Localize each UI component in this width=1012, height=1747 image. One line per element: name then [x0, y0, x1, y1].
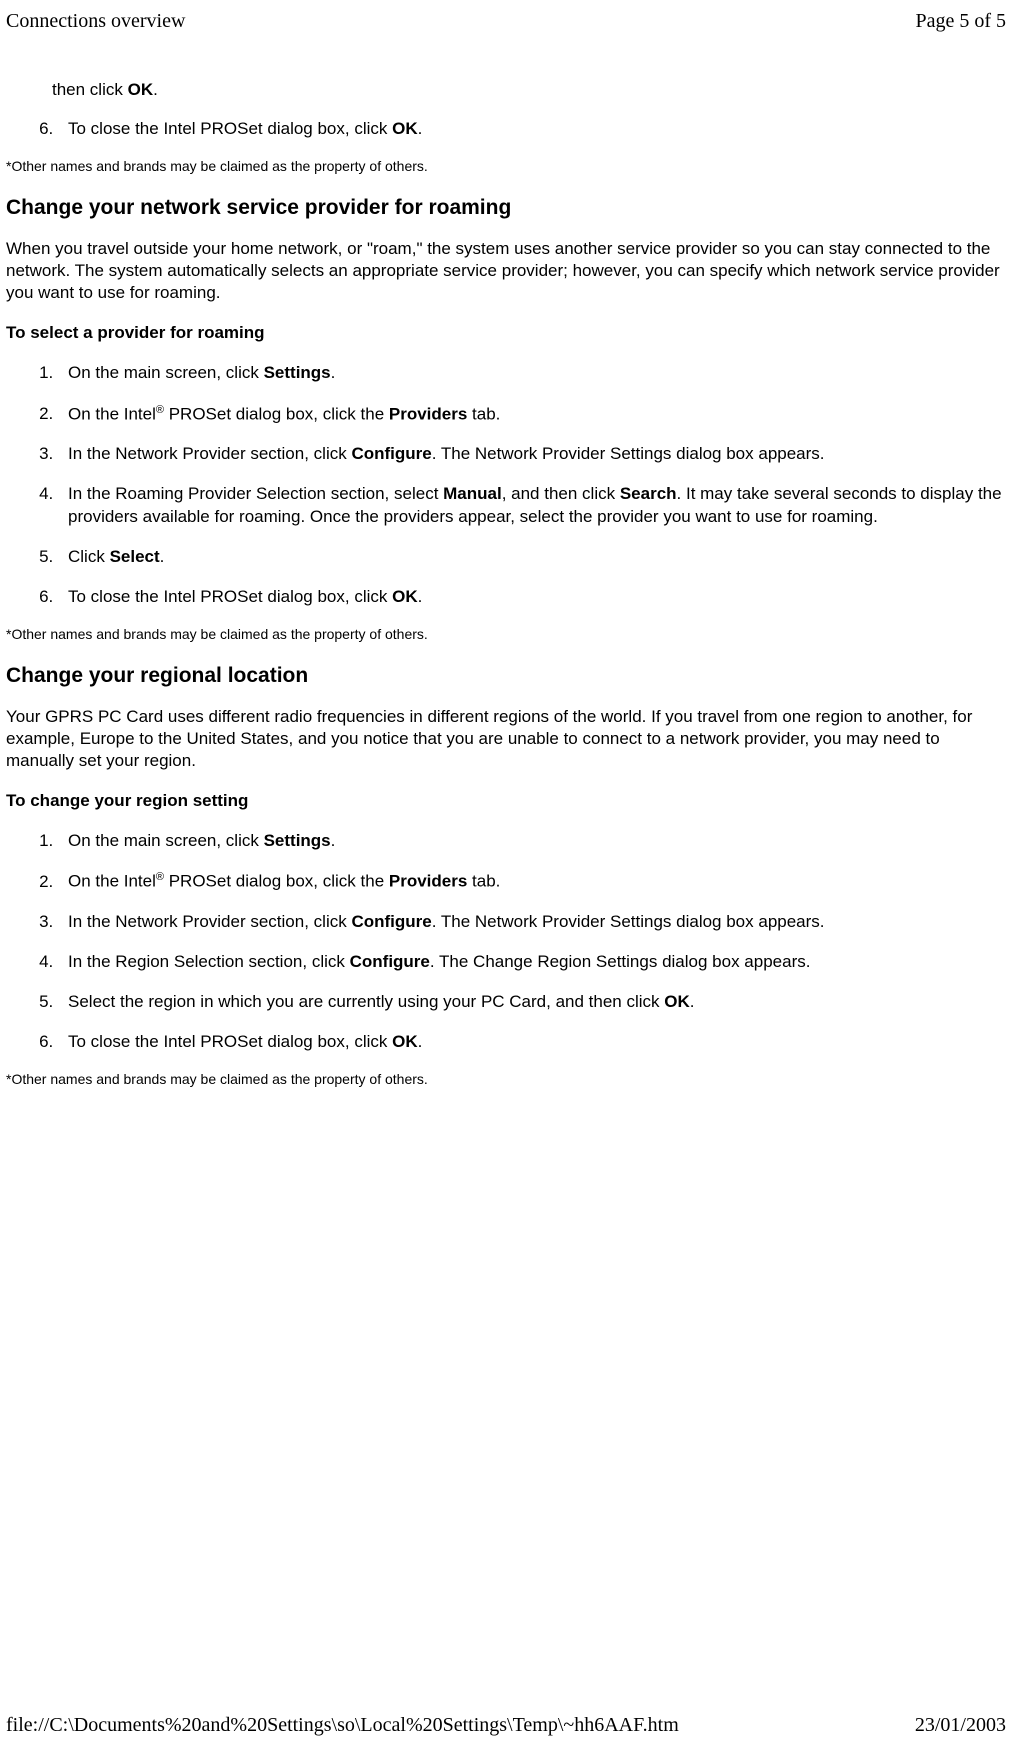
roaming-step-4: In the Roaming Provider Selection sectio…	[58, 483, 1006, 527]
heading-roaming: Change your network service provider for…	[6, 196, 1006, 220]
footer-date: 23/01/2003	[915, 1714, 1006, 1737]
steps-roaming: On the main screen, click Settings. On t…	[6, 362, 1006, 607]
region-step-4: In the Region Selection section, click C…	[58, 951, 1006, 973]
footnote-1: *Other names and brands may be claimed a…	[6, 158, 1006, 174]
roaming-step-2: On the Intel® PROSet dialog box, click t…	[58, 403, 1006, 426]
header-page-number: Page 5 of 5	[915, 10, 1006, 33]
region-step-3: In the Network Provider section, click C…	[58, 911, 1006, 933]
roaming-step-5: Click Select.	[58, 546, 1006, 568]
roaming-step-3: In the Network Provider section, click C…	[58, 443, 1006, 465]
subhead-region: To change your region setting	[6, 790, 1006, 812]
header-title: Connections overview	[6, 10, 185, 33]
footnote-2: *Other names and brands may be claimed a…	[6, 626, 1006, 642]
steps-region: On the main screen, click Settings. On t…	[6, 830, 1006, 1053]
registered-mark: ®	[156, 871, 164, 883]
prev-steps-continued: To close the Intel PROSet dialog box, cl…	[6, 118, 1006, 140]
para-roaming: When you travel outside your home networ…	[6, 238, 1006, 304]
region-step-1: On the main screen, click Settings.	[58, 830, 1006, 852]
subhead-roaming: To select a provider for roaming	[6, 322, 1006, 344]
region-step-5: Select the region in which you are curre…	[58, 991, 1006, 1013]
prev-step-6: To close the Intel PROSet dialog box, cl…	[58, 118, 1006, 140]
registered-mark: ®	[156, 404, 164, 416]
region-step-6: To close the Intel PROSet dialog box, cl…	[58, 1031, 1006, 1053]
page-header: Connections overview Page 5 of 5	[0, 10, 1012, 33]
footer-path: file://C:\Documents%20and%20Settings\so\…	[6, 1714, 679, 1737]
region-step-2: On the Intel® PROSet dialog box, click t…	[58, 870, 1006, 893]
prev-step-fragment: then click OK.	[52, 80, 1006, 100]
roaming-step-6: To close the Intel PROSet dialog box, cl…	[58, 586, 1006, 608]
roaming-step-1: On the main screen, click Settings.	[58, 362, 1006, 384]
page-footer: file://C:\Documents%20and%20Settings\so\…	[0, 1714, 1012, 1737]
footnote-3: *Other names and brands may be claimed a…	[6, 1071, 1006, 1087]
para-region: Your GPRS PC Card uses different radio f…	[6, 706, 1006, 772]
heading-region: Change your regional location	[6, 664, 1006, 688]
content-area: then click OK. To close the Intel PROSet…	[6, 80, 1006, 1109]
